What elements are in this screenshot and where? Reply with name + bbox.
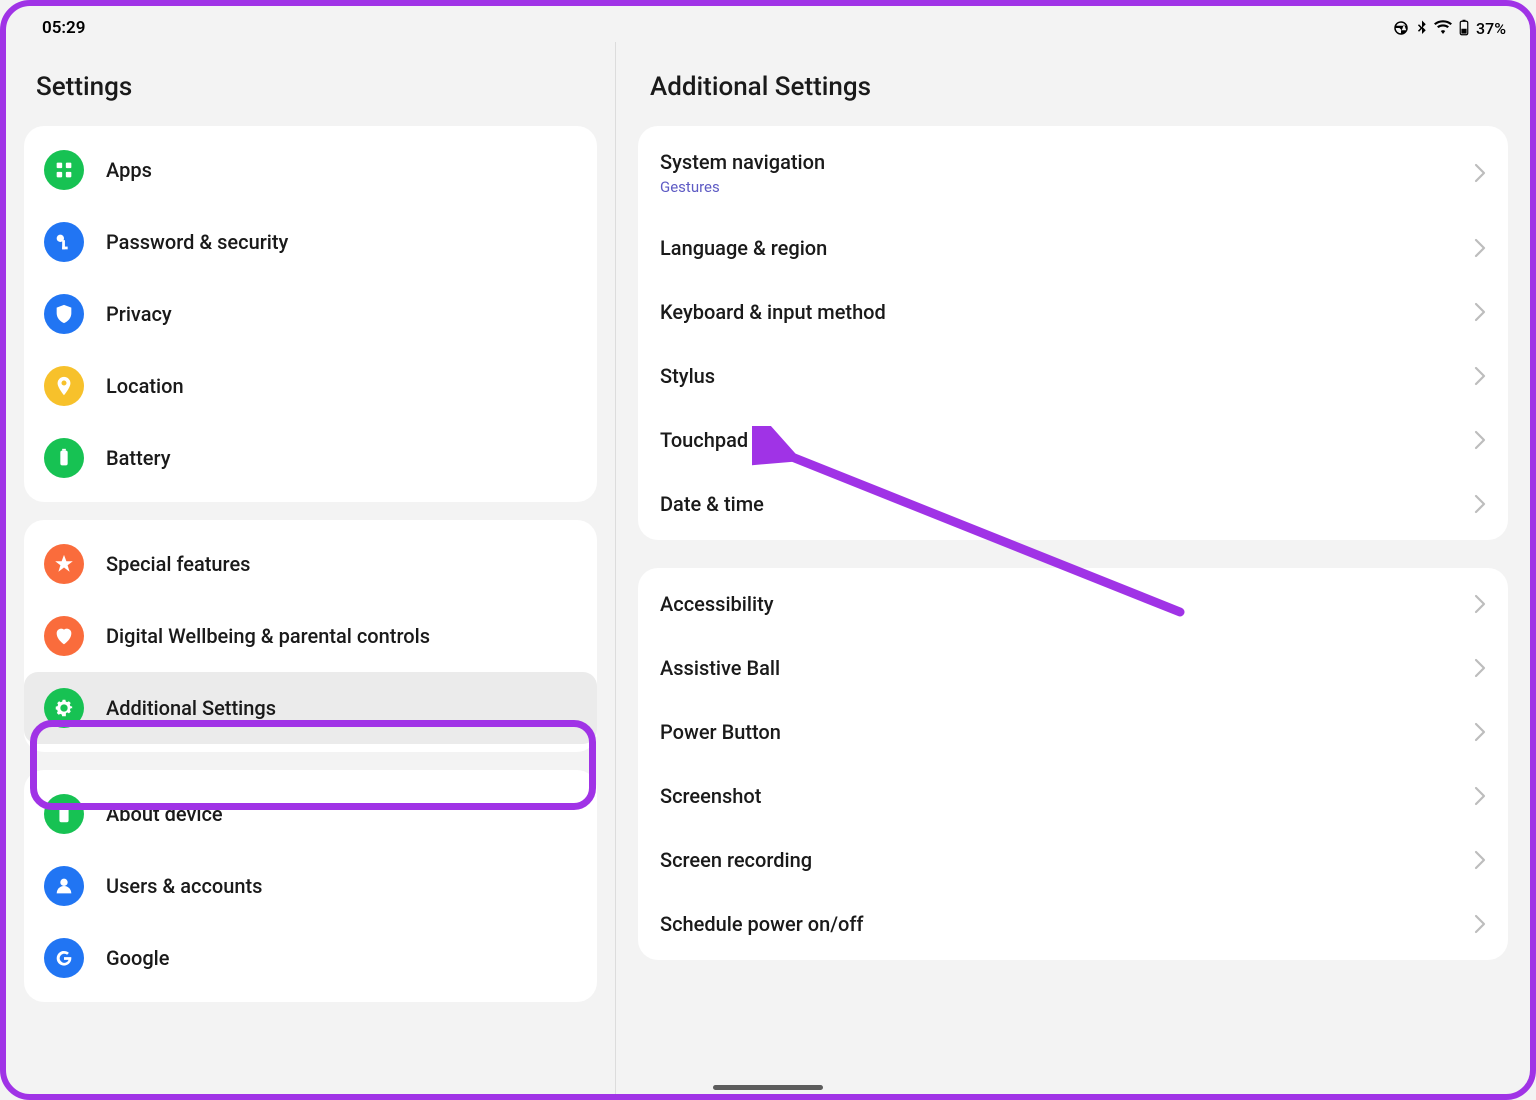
detail-row-label: System navigation [660,150,825,174]
detail-row-touchpad[interactable]: Touchpad [638,408,1508,472]
heart-icon [44,616,84,656]
detail-row-assistive-ball[interactable]: Assistive Ball [638,636,1508,700]
star-icon [44,544,84,584]
shield-icon [44,294,84,334]
sidebar-item-location[interactable]: Location [24,350,597,422]
chevron-right-icon [1474,786,1486,806]
detail-row-label: Assistive Ball [660,656,780,680]
sidebar-item-additional-settings[interactable]: Additional Settings [24,672,597,744]
location-icon [44,366,84,406]
chevron-right-icon [1474,163,1486,183]
chevron-right-icon [1474,366,1486,386]
battery-icon [1455,19,1473,37]
chevron-right-icon [1474,238,1486,258]
sidebar-item-password-security[interactable]: Password & security [24,206,597,278]
key-icon [44,222,84,262]
sidebar-group-3: About device Users & accounts Google [24,770,597,1002]
sidebar-item-privacy[interactable]: Privacy [24,278,597,350]
detail-title: Additional Settings [638,42,1508,126]
home-indicator[interactable] [713,1085,823,1090]
sidebar-item-label: Digital Wellbeing & parental controls [106,624,430,648]
person-icon [44,866,84,906]
detail-row-label: Date & time [660,492,764,516]
chevron-right-icon [1474,302,1486,322]
battery-pct: 37% [1476,19,1506,38]
chevron-right-icon [1474,658,1486,678]
sidebar-item-label: Users & accounts [106,874,262,898]
detail-row-power-button[interactable]: Power Button [638,700,1508,764]
detail-row-sublabel: Gestures [660,178,825,196]
detail-row-label: Touchpad [660,428,748,452]
detail-row-label: Language & region [660,236,827,260]
sidebar-item-special-features[interactable]: Special features [24,528,597,600]
detail-row-keyboard-input[interactable]: Keyboard & input method [638,280,1508,344]
sidebar-item-google[interactable]: Google [24,922,597,994]
page-title: Settings [24,42,597,126]
sidebar-item-label: Privacy [106,302,172,326]
google-icon [44,938,84,978]
sidebar-item-users-accounts[interactable]: Users & accounts [24,850,597,922]
chevron-right-icon [1474,430,1486,450]
detail-row-label: Power Button [660,720,781,744]
sidebar-item-label: Special features [106,552,250,576]
chevron-right-icon [1474,594,1486,614]
detail-pane: Additional Settings System navigation Ge… [616,42,1530,1094]
sidebar-item-label: Additional Settings [106,696,276,720]
detail-row-system-navigation[interactable]: System navigation Gestures [638,130,1508,216]
settings-sidebar: Settings Apps Password & security [6,42,616,1094]
sidebar-item-about-device[interactable]: About device [24,778,597,850]
detail-row-screen-recording[interactable]: Screen recording [638,828,1508,892]
detail-row-label: Screen recording [660,848,812,872]
speedometer-icon [1392,19,1410,37]
detail-row-date-time[interactable]: Date & time [638,472,1508,536]
battery-item-icon [44,438,84,478]
status-indicators: 37% [1392,19,1506,38]
chevron-right-icon [1474,850,1486,870]
chevron-right-icon [1474,914,1486,934]
apps-icon [44,150,84,190]
sidebar-group-1: Apps Password & security Privacy [24,126,597,502]
chevron-right-icon [1474,494,1486,514]
status-time: 05:29 [42,18,85,38]
sidebar-item-label: Password & security [106,230,288,254]
sidebar-item-label: Google [106,946,169,970]
sidebar-item-label: Location [106,374,184,398]
sidebar-item-label: Battery [106,446,170,470]
detail-row-schedule-power[interactable]: Schedule power on/off [638,892,1508,956]
detail-row-label: Schedule power on/off [660,912,864,936]
detail-row-label: Accessibility [660,592,774,616]
detail-row-label: Keyboard & input method [660,300,886,324]
detail-row-screenshot[interactable]: Screenshot [638,764,1508,828]
detail-row-label: Screenshot [660,784,761,808]
wifi-icon [1434,19,1452,37]
detail-group-2: Accessibility Assistive Ball Power Butto… [638,568,1508,960]
sidebar-group-2: Special features Digital Wellbeing & par… [24,520,597,752]
detail-row-accessibility[interactable]: Accessibility [638,572,1508,636]
detail-row-language-region[interactable]: Language & region [638,216,1508,280]
chevron-right-icon [1474,722,1486,742]
sidebar-item-battery[interactable]: Battery [24,422,597,494]
sidebar-item-label: Apps [106,158,152,182]
status-bar: 05:29 37% [6,6,1530,42]
sidebar-item-digital-wellbeing[interactable]: Digital Wellbeing & parental controls [24,600,597,672]
detail-row-stylus[interactable]: Stylus [638,344,1508,408]
detail-group-1: System navigation Gestures Language & re… [638,126,1508,540]
phone-icon [44,794,84,834]
gear-icon [44,688,84,728]
sidebar-item-apps[interactable]: Apps [24,134,597,206]
sidebar-item-label: About device [106,802,223,826]
bluetooth-icon [1413,19,1431,37]
detail-row-label: Stylus [660,364,715,388]
